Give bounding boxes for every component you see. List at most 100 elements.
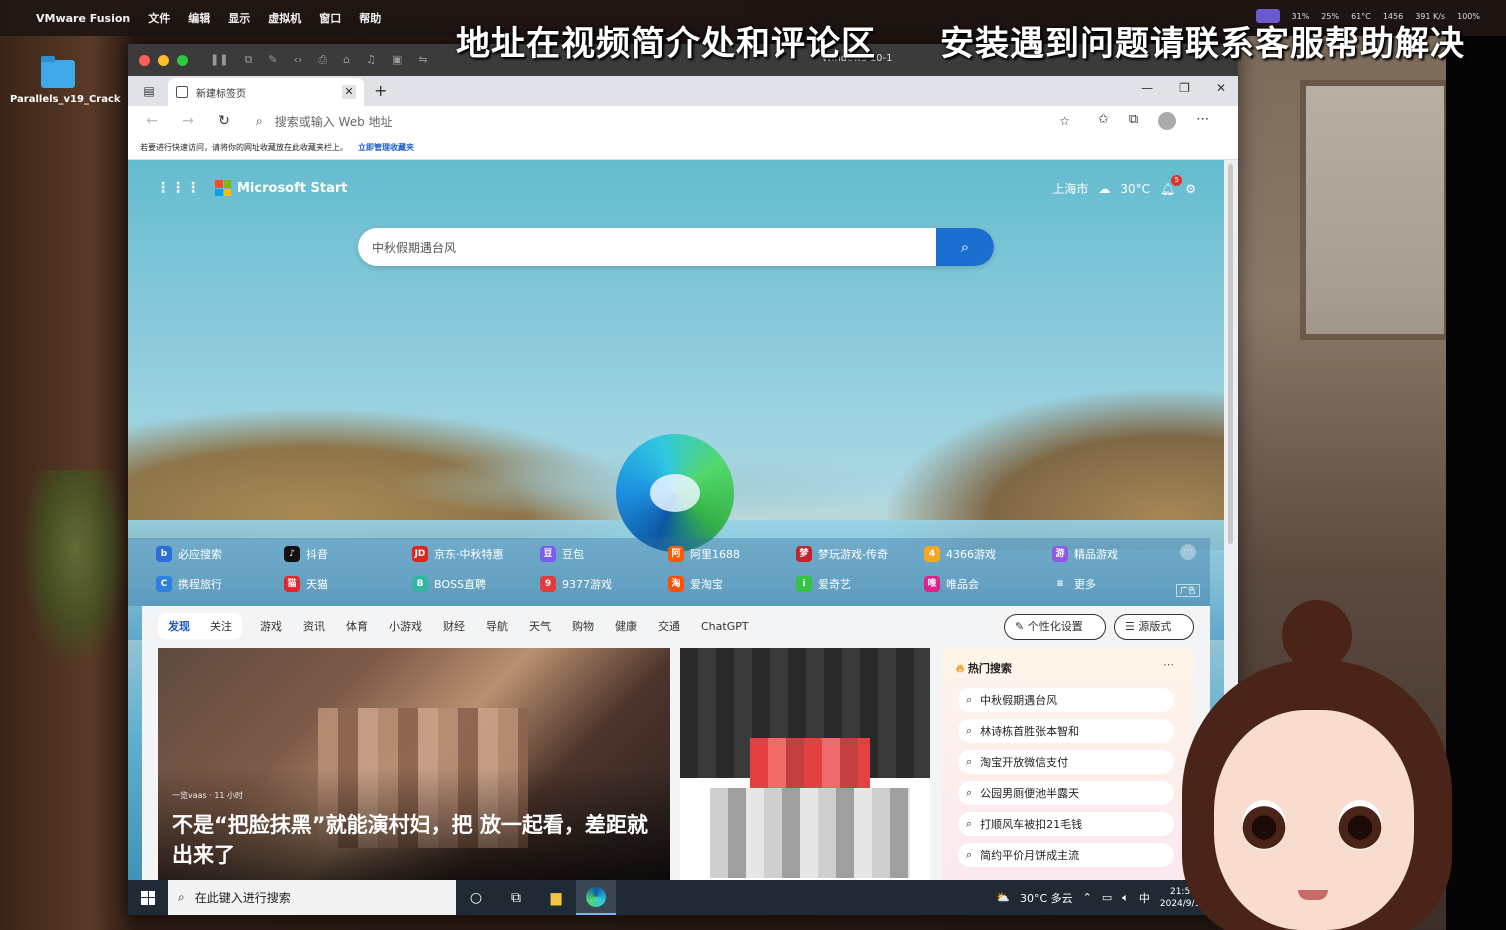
browser-tab-row: ▤ 新建标签页 ✕ + — ❐ ✕ [128,76,1238,106]
menu-help[interactable]: 帮助 [359,10,381,26]
sound-icon[interactable]: ♫ [366,53,376,67]
quick-link-item[interactable]: 猫天猫 [284,576,412,592]
close-icon[interactable]: ✕ [1216,81,1226,95]
close-tab-icon[interactable]: ✕ [342,85,356,99]
quick-link-item[interactable]: 唯唯品会 [924,576,1052,592]
scrollbar-thumb[interactable] [1228,164,1233,544]
quick-link-item[interactable]: B BOSS直聘 [412,576,540,592]
profile-icon[interactable] [1158,112,1177,130]
minimize-window-button[interactable] [158,54,169,66]
usb-icon[interactable]: ⇋ [418,53,427,67]
quick-link-item[interactable]: b 必应搜索 [156,546,284,562]
new-tab-button[interactable]: + [374,81,387,100]
refresh-icon[interactable]: ↻ [212,113,236,129]
desktop-icon-parallels[interactable]: Parallels_v19_Crack [10,56,121,105]
feed-cat-health[interactable]: 健康 [615,618,637,634]
printer-icon[interactable]: ⎙ [318,53,327,67]
settings-gear-icon[interactable]: ⚙ [1185,182,1196,196]
code-icon[interactable]: ‹› [294,53,303,67]
search-input[interactable]: 中秋假期遇台风 [358,239,936,256]
brand-name[interactable]: Microsoft Start [237,181,347,196]
tab-discover[interactable]: 发现 [168,618,190,634]
feed-card-image[interactable] [680,648,930,880]
menu-view[interactable]: 显示 [228,10,250,26]
ime-indicator[interactable]: 中 [1139,890,1150,906]
quick-link-item[interactable]: 梦梦玩游戏-传奇 [796,546,924,562]
taskbar-edge[interactable] [576,880,616,915]
quick-link-item[interactable]: 豆豆包 [540,546,668,562]
feed-card-featured[interactable]: 一览vaas · 11 小时 不是“把脸抹黑”就能演村妇，把 放一起看，差距就出… [158,648,670,880]
quick-link-item[interactable]: 9 9377游戏 [540,576,668,592]
search-button[interactable]: ⌕ [936,228,994,266]
manage-favorites-link[interactable]: 立即管理收藏夹 [358,142,414,153]
restore-icon[interactable]: ❐ [1179,81,1190,95]
feed-cat-news[interactable]: 资讯 [303,618,325,634]
camera-icon[interactable]: ▣ [392,53,402,67]
hot-search-item[interactable]: ⌕ 公园男厕便池半露天 [958,781,1174,805]
hot-search-item[interactable]: ⌕ 简约平价月饼成主流 [958,843,1174,867]
menu-file[interactable]: 文件 [148,10,170,26]
quick-link-item[interactable]: ≡ 更多 [1052,576,1180,592]
file-explorer-icon[interactable]: ▆ [536,890,576,906]
fullscreen-window-button[interactable] [177,54,188,66]
menu-window[interactable]: 窗口 [319,10,341,26]
add-favorite-icon[interactable]: ☆ [1059,114,1070,128]
pause-icon[interactable]: ❚❚ [210,53,228,67]
cortana-icon[interactable]: ○ [456,890,496,906]
web-search-box[interactable]: 中秋假期遇台风 ⌕ [358,228,994,266]
feed-cat-weather[interactable]: 天气 [529,618,551,634]
quick-link-item[interactable]: 4 4366游戏 [924,546,1052,562]
more-menu-icon[interactable]: ⋯ [1196,112,1209,130]
menu-vm[interactable]: 虚拟机 [268,10,301,26]
feed-cat-games[interactable]: 游戏 [260,618,282,634]
hot-search-item[interactable]: ⌕ 林诗栋首胜张本智和 [958,719,1174,743]
notification-bell-icon[interactable]: 🔔︎ 5 [1160,174,1183,196]
feed-cat-minigames[interactable]: 小游戏 [389,618,422,634]
tray-chevron-icon[interactable]: ⌃ [1083,891,1092,904]
hot-search-item[interactable]: ⌕ 中秋假期遇台风 [958,688,1174,712]
network-icon[interactable]: ▭ [1102,891,1112,904]
apps-grid-icon[interactable]: ⋮⋮⋮ [156,180,201,196]
menu-edit[interactable]: 编辑 [188,10,210,26]
address-bar[interactable]: ⌕ 搜索或输入 Web 地址 ☆ [246,109,1080,133]
volume-icon[interactable]: 🔈︎ [1122,891,1129,905]
weather-icon[interactable]: ⛅ [996,891,1010,904]
quick-link-item[interactable]: 阿阿里1688 [668,546,796,562]
back-icon[interactable]: ← [140,113,164,129]
hot-search-item[interactable]: ⌕ 淘宝开放微信支付 [958,750,1174,774]
settings-wrench-icon[interactable]: ✎ [268,53,277,67]
feed-cat-sports[interactable]: 体育 [346,618,368,634]
tray-weather[interactable]: 30°C 多云 [1020,890,1073,906]
quick-link-item[interactable]: JD 京东·中秋特惠 [412,546,540,562]
favorites-icon[interactable]: ✩ [1098,112,1109,130]
collections-icon[interactable]: ⧉ [1129,112,1138,130]
tab-new-tab[interactable]: 新建标签页 ✕ [168,78,364,106]
feed-cat-navigation[interactable]: 导航 [486,618,508,634]
snapshot-icon[interactable]: ⧉ [244,53,252,67]
quick-link-item[interactable]: ♪ 抖音 [284,546,412,562]
drive-icon[interactable]: ⌂ [343,53,350,67]
close-window-button[interactable] [139,54,150,66]
start-button[interactable] [128,880,168,915]
quick-link-item[interactable]: 淘爱淘宝 [668,576,796,592]
tab-actions-icon[interactable]: ▤ [138,80,160,102]
hot-search-item[interactable]: ⌕ 打顺风车被扣21毛钱 [958,812,1174,836]
personalize-button[interactable]: ✎ 个性化设置 [1004,614,1106,640]
quick-links-more-icon[interactable]: ⋯ [1180,544,1196,560]
feed-cat-chatgpt[interactable]: ChatGPT [701,620,749,633]
quick-link-item[interactable]: 游精品游戏 [1052,546,1180,562]
forward-icon[interactable]: → [176,113,200,129]
feed-cat-shopping[interactable]: 购物 [572,618,594,634]
quick-link-item[interactable]: C 携程旅行 [156,576,284,592]
menu-app[interactable]: VMware Fusion [36,12,130,25]
weather-city[interactable]: 上海市 [1052,180,1088,197]
weather-temp[interactable]: 30°C [1120,182,1150,196]
minimize-icon[interactable]: — [1141,81,1153,95]
feed-cat-finance[interactable]: 财经 [443,618,465,634]
task-view-icon[interactable]: ⧉ [496,890,536,906]
card-headline[interactable]: 不是“把脸抹黑”就能演村妇，把 放一起看，差距就出来了 [172,810,652,870]
tab-following[interactable]: 关注 [210,618,232,634]
feed-cat-traffic[interactable]: 交通 [658,618,680,634]
quick-link-item[interactable]: i 爱奇艺 [796,576,924,592]
taskbar-search[interactable]: ⌕ 在此键入进行搜索 [168,880,456,915]
